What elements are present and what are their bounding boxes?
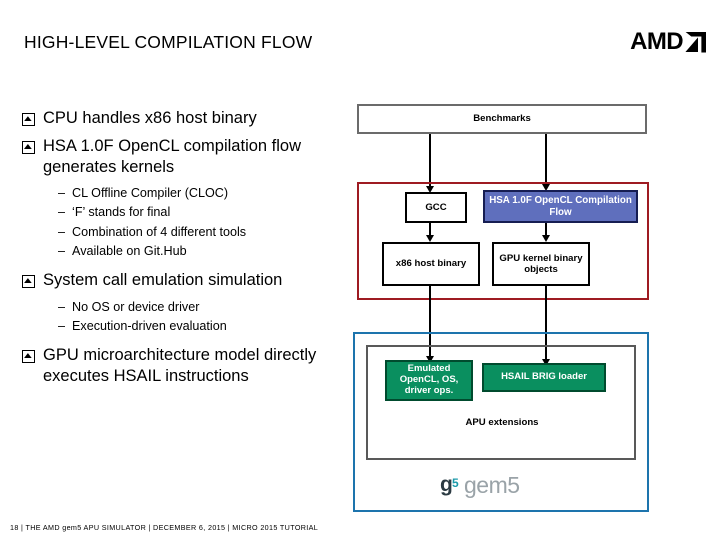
sub-bullet-label: ‘F’ stands for final: [72, 205, 171, 220]
sub-bullet-item: – Combination of 4 different tools: [58, 223, 352, 242]
hsail-brig-loader-box: HSAIL BRIG loader: [482, 363, 606, 392]
bullet-item-3: System call emulation simulation: [22, 270, 352, 291]
bullet-item-2: HSA 1.0F OpenCL compilation flow generat…: [22, 136, 352, 178]
bullet-list: CPU handles x86 host binary HSA 1.0F Ope…: [22, 108, 352, 394]
gcc-box: GCC: [405, 192, 467, 223]
dash-icon: –: [58, 224, 66, 239]
page-title: HIGH-LEVEL COMPILATION FLOW: [24, 32, 313, 52]
benchmarks-box: Benchmarks: [357, 104, 647, 134]
outline-caret-icon: [22, 274, 35, 288]
arrowhead-icon: [425, 235, 434, 242]
dash-icon: –: [58, 299, 66, 314]
slide-canvas: HIGH-LEVEL COMPILATION FLOW AMD CPU hand…: [0, 0, 720, 540]
gem5-logo: g5 gem5: [440, 468, 560, 502]
dash-icon: –: [58, 318, 66, 333]
hsa-compilation-flow-box: HSA 1.0F OpenCL Compilation Flow: [483, 190, 638, 223]
x86-host-label: x86 host binary: [395, 258, 467, 270]
gpu-kernel-binary-box: GPU kernel binary objects: [492, 242, 590, 286]
sub-bullet-label: Available on Git.Hub: [72, 243, 187, 258]
gem5-mark-icon: g5: [440, 472, 462, 498]
apu-extensions-text: APU extensions: [465, 417, 539, 429]
sub-bullet-label: CL Offline Compiler (CLOC): [72, 186, 229, 201]
bullet-label: System call emulation simulation: [43, 270, 283, 289]
sub-bullet-label: Execution-driven evaluation: [72, 318, 227, 333]
hsail-loader-label: HSAIL BRIG loader: [501, 371, 587, 383]
emulated-opencl-box: Emulated OpenCL, OS, driver ops.: [385, 360, 473, 401]
gem5-mark-5: 5: [452, 476, 459, 490]
gpu-kernel-label: GPU kernel binary objects: [499, 252, 583, 275]
outline-caret-icon: [22, 140, 35, 154]
sub-bullet-item: – Execution-driven evaluation: [58, 317, 352, 336]
outline-caret-icon: [22, 113, 35, 126]
bullet-label: HSA 1.0F OpenCL compilation flow generat…: [43, 136, 302, 176]
dash-icon: –: [58, 186, 66, 201]
sub-bullet-label: Combination of 4 different tools: [72, 224, 247, 239]
bullet-item-4: GPU microarchitecture model directly exe…: [22, 345, 352, 387]
apu-extensions-label: APU extensions: [427, 415, 577, 431]
gem5-mark-g: g: [440, 473, 453, 496]
sub-bullet-item: – No OS or device driver: [58, 298, 352, 317]
bullet-label: CPU handles x86 host binary: [43, 109, 257, 127]
benchmarks-label: Benchmarks: [473, 113, 531, 125]
gem5-wordmark: gem5: [464, 471, 520, 498]
sub-bullet-item: – ‘F’ stands for final: [58, 203, 352, 222]
compilation-flow-diagram: Benchmarks GCC HSA 1.0F OpenCL Compilati…: [352, 100, 652, 520]
dash-icon: –: [58, 205, 66, 220]
hsa-flow-label: HSA 1.0F OpenCL Compilation Flow: [489, 195, 632, 218]
amd-arrow-icon: [685, 32, 706, 53]
slide-footer: 18 | THE AMD gem5 APU SIMULATOR | DECEMB…: [10, 523, 319, 532]
amd-logo: AMD: [630, 30, 706, 54]
sub-bullet-list-3: – No OS or device driver – Execution-dri…: [58, 298, 352, 336]
bullet-item-1: CPU handles x86 host binary: [22, 108, 352, 129]
outline-caret-icon: [22, 349, 35, 363]
dash-icon: –: [58, 243, 66, 258]
sub-bullet-item: – Available on Git.Hub: [58, 242, 352, 261]
sub-bullet-list-2: – CL Offline Compiler (CLOC) – ‘F’ stand…: [58, 184, 352, 261]
sub-bullet-item: – CL Offline Compiler (CLOC): [58, 184, 352, 203]
sub-bullet-label: No OS or device driver: [72, 299, 200, 314]
bullet-label: GPU microarchitecture model directly exe…: [43, 345, 317, 385]
x86-host-binary-box: x86 host binary: [382, 242, 480, 286]
connector-benchmarks-to-hsa-flow: [545, 134, 548, 188]
arrowhead-icon: [541, 235, 550, 242]
amd-wordmark: AMD: [630, 28, 683, 55]
emulated-label: Emulated OpenCL, OS, driver ops.: [399, 363, 459, 396]
gcc-label: GCC: [425, 201, 447, 213]
